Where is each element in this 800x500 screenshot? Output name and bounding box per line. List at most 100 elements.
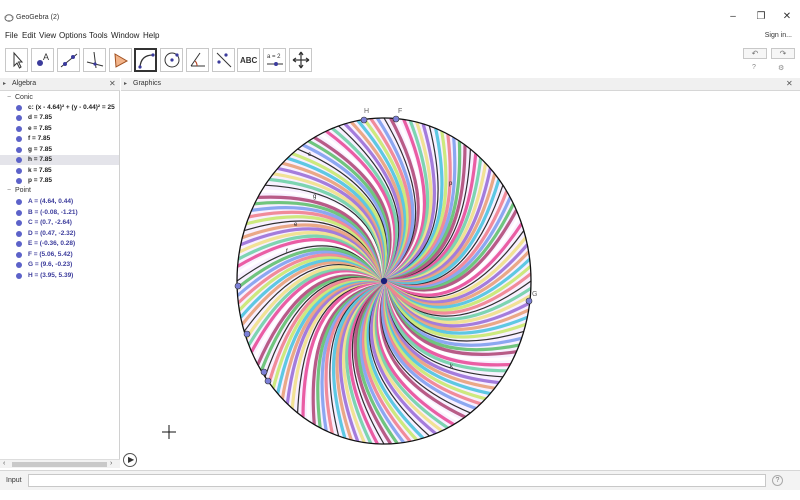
- category-conic[interactable]: − Conic: [7, 94, 33, 101]
- slider-tool-button[interactable]: a = 2: [263, 48, 286, 72]
- algebra-item[interactable]: e = 7.85: [0, 124, 119, 134]
- play-animation-button[interactable]: ▶: [123, 453, 137, 467]
- menu-tools[interactable]: Tools: [89, 31, 108, 40]
- point-e[interactable]: [234, 282, 242, 290]
- algebra-collapse-arrow-icon[interactable]: ▸: [3, 80, 6, 87]
- scrollbar-thumb[interactable]: [12, 462, 107, 467]
- algebra-item[interactable]: G = (9.6, -0.23): [0, 260, 119, 270]
- point-g[interactable]: [525, 297, 533, 305]
- menu-help[interactable]: Help: [143, 31, 159, 40]
- algebra-item[interactable]: D = (0.47, -2.32): [0, 229, 119, 239]
- angle-tool-button[interactable]: [186, 48, 209, 72]
- sign-in-link[interactable]: Sign in...: [765, 32, 792, 39]
- visibility-dot-icon[interactable]: [16, 136, 22, 142]
- menu-bar: File Edit View Options Tools Window Help…: [0, 28, 800, 43]
- redo-button[interactable]: ↷: [771, 48, 795, 59]
- visibility-dot-icon[interactable]: [16, 220, 22, 226]
- graphics-header: ▸ Graphics ✕: [121, 78, 800, 91]
- curve-label-c: c: [308, 152, 311, 158]
- point-label-h: H: [364, 108, 369, 115]
- algebra-item-text: H = (3.95, 5.39): [28, 272, 74, 279]
- slider-tool-label: a = 2: [267, 54, 281, 60]
- point-f[interactable]: [392, 115, 400, 123]
- algebra-item[interactable]: c: (x - 4.64)² + (y - 0.44)² = 25: [0, 103, 119, 113]
- maximize-button[interactable]: ❐: [748, 10, 774, 24]
- visibility-dot-icon[interactable]: [16, 241, 22, 247]
- angle-icon: [190, 52, 205, 67]
- point-tool-button[interactable]: A: [31, 48, 54, 72]
- algebra-horizontal-scrollbar[interactable]: ‹ ›: [0, 459, 120, 468]
- visibility-dot-icon[interactable]: [16, 231, 22, 237]
- point-h[interactable]: [360, 116, 368, 124]
- algebra-item[interactable]: H = (3.95, 5.39): [0, 271, 119, 281]
- visibility-dot-icon[interactable]: [16, 157, 22, 163]
- algebra-item[interactable]: C = (0.7, -2.64): [0, 218, 119, 228]
- category-point[interactable]: − Point: [7, 187, 31, 194]
- algebra-item-text: f = 7.85: [28, 135, 51, 142]
- bottom-strip: [0, 490, 800, 500]
- play-icon: ▶: [128, 455, 135, 464]
- visibility-dot-icon[interactable]: [16, 168, 22, 174]
- graphics-title: Graphics: [133, 80, 162, 87]
- reflect-icon: [216, 52, 232, 68]
- text-tool-label: ABC: [240, 56, 258, 65]
- visibility-dot-icon[interactable]: [16, 105, 22, 111]
- move-tool-button[interactable]: [5, 48, 28, 72]
- point-a-center[interactable]: [380, 277, 388, 285]
- scroll-right-arrow-icon[interactable]: ›: [110, 460, 112, 467]
- menu-view[interactable]: View: [39, 31, 56, 40]
- algebra-item[interactable]: d = 7.85: [0, 113, 119, 123]
- input-help-icon[interactable]: ?: [772, 475, 783, 486]
- algebra-item[interactable]: k = 7.85: [0, 166, 119, 176]
- visibility-dot-icon[interactable]: [16, 115, 22, 121]
- help-icon[interactable]: ?: [752, 64, 756, 71]
- arc-tool-button[interactable]: [134, 48, 157, 72]
- point-c[interactable]: [264, 377, 272, 385]
- undo-button[interactable]: ↶: [743, 48, 767, 59]
- graphics-view[interactable]: c g e f p k H F G: [121, 91, 800, 468]
- graphics-collapse-arrow-icon[interactable]: ▸: [124, 80, 127, 87]
- text-tool-button[interactable]: ABC: [237, 48, 260, 72]
- menu-options[interactable]: Options: [59, 31, 87, 40]
- algebra-item-text: G = (9.6, -0.23): [28, 261, 73, 268]
- graphics-close-icon[interactable]: ✕: [786, 79, 793, 88]
- visibility-dot-icon[interactable]: [16, 178, 22, 184]
- visibility-dot-icon[interactable]: [16, 262, 22, 268]
- algebra-item[interactable]: g = 7.85: [0, 145, 119, 155]
- visibility-dot-icon[interactable]: [16, 147, 22, 153]
- circle-tool-button[interactable]: [160, 48, 183, 72]
- algebra-item[interactable]: B = (-0.08, -1.21): [0, 208, 119, 218]
- visibility-dot-icon[interactable]: [16, 273, 22, 279]
- scroll-left-arrow-icon[interactable]: ‹: [3, 460, 5, 467]
- algebra-item[interactable]: p = 7.85: [0, 176, 119, 186]
- algebra-item[interactable]: A = (4.64, 0.44): [0, 197, 119, 207]
- window-title: GeoGebra (2): [16, 14, 60, 21]
- line-tool-button[interactable]: [57, 48, 80, 72]
- perpendicular-tool-button[interactable]: [83, 48, 106, 72]
- menu-window[interactable]: Window: [111, 31, 139, 40]
- algebra-item[interactable]: F = (5.06, 5.42): [0, 250, 119, 260]
- algebra-close-icon[interactable]: ✕: [109, 79, 116, 88]
- algebra-item-text: d = 7.85: [28, 114, 53, 121]
- input-bar: Input ?: [0, 470, 800, 490]
- menu-edit[interactable]: Edit: [22, 31, 36, 40]
- input-field[interactable]: [28, 474, 766, 487]
- minimize-button[interactable]: –: [720, 10, 746, 24]
- algebra-item[interactable]: f = 7.85: [0, 134, 119, 144]
- visibility-dot-icon[interactable]: [16, 252, 22, 258]
- algebra-item-text: C = (0.7, -2.64): [28, 219, 72, 226]
- line-icon: [60, 53, 78, 68]
- algebra-item[interactable]: h = 7.85: [0, 155, 119, 165]
- point-d[interactable]: [260, 368, 268, 376]
- algebra-item[interactable]: E = (-0.36, 0.28): [0, 239, 119, 249]
- reflect-tool-button[interactable]: [212, 48, 235, 72]
- move-graphics-tool-button[interactable]: [289, 48, 312, 72]
- visibility-dot-icon[interactable]: [16, 199, 22, 205]
- visibility-dot-icon[interactable]: [16, 210, 22, 216]
- menu-file[interactable]: File: [5, 31, 18, 40]
- visibility-dot-icon[interactable]: [16, 126, 22, 132]
- polygon-tool-button[interactable]: [109, 48, 132, 72]
- settings-gear-icon[interactable]: ⚙: [778, 64, 784, 72]
- close-button[interactable]: ✕: [774, 10, 800, 24]
- point-b[interactable]: [243, 330, 251, 338]
